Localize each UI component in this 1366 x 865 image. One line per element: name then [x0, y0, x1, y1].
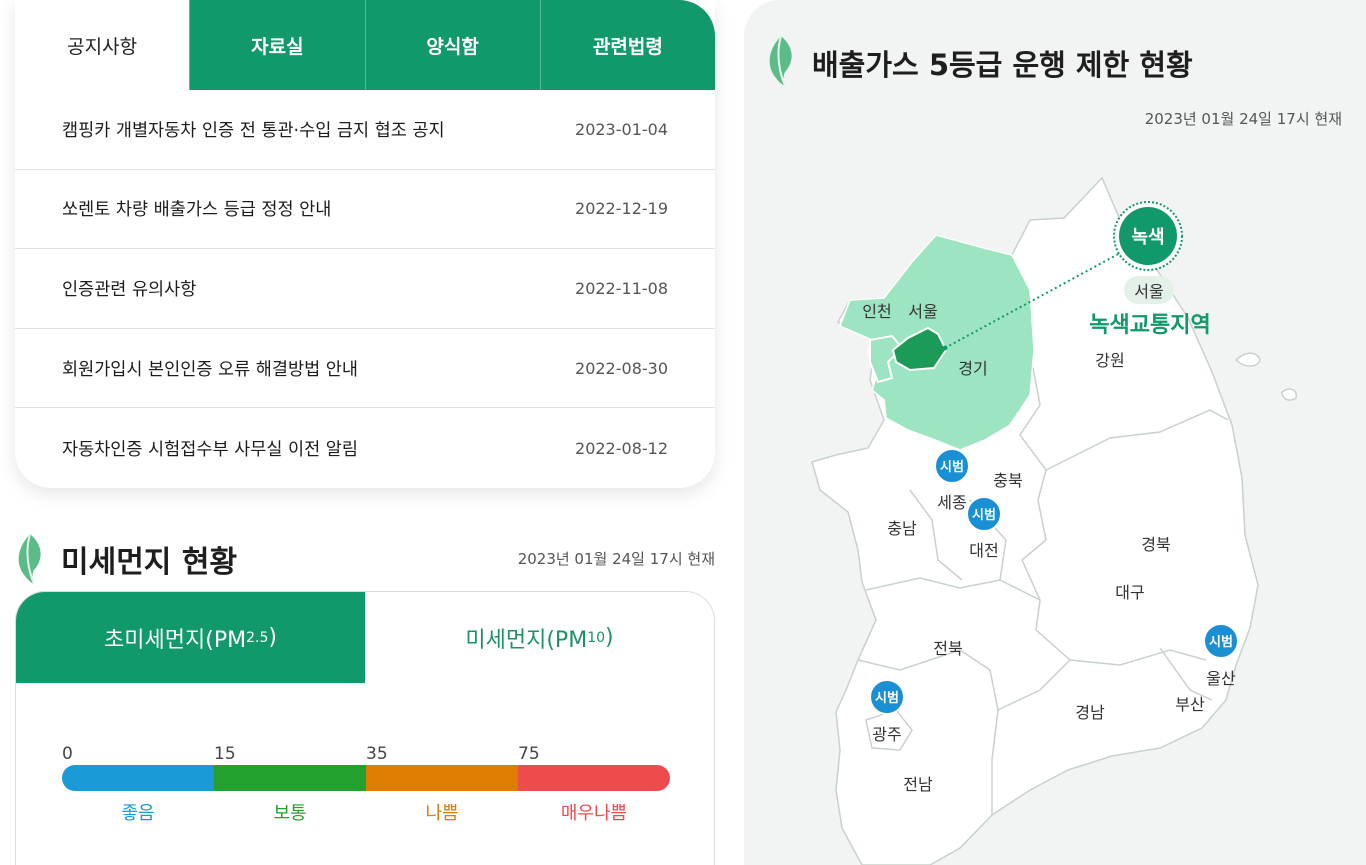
region-label-ulsan: 울산: [1206, 669, 1236, 688]
region-label-gangwon: 강원: [1095, 351, 1124, 370]
tab-pm25-label: 초미세먼지(PM: [104, 627, 247, 653]
tab-notice[interactable]: 공지사항: [15, 0, 190, 90]
region-label-chungbuk: 충북: [993, 471, 1022, 490]
region-label-gyeongbuk: 경북: [1141, 535, 1170, 554]
region-label-busan: 부산: [1175, 695, 1205, 714]
region-label-incheon: 인천: [862, 302, 891, 321]
scale-segment-normal: [214, 765, 366, 791]
pilot-badge-text: 시범: [972, 507, 996, 523]
notice-title: 자동차인증 시험접수부 사무실 이전 알림: [62, 439, 358, 460]
map-mainland: [811, 176, 1259, 865]
notice-date: 2022-08-30: [575, 358, 668, 378]
notice-item[interactable]: 인증관련 유의사항 2022-11-08: [15, 249, 715, 329]
region-label-gwangju: 광주: [872, 725, 901, 744]
notice-title: 회원가입시 본인인증 오류 해결방법 안내: [62, 359, 358, 380]
leaf-icon: [18, 533, 41, 584]
pilot-badge-gwangju[interactable]: 시범: [869, 679, 905, 715]
tab-laws[interactable]: 관련법령: [539, 0, 715, 90]
notice-title: 캠핑카 개별자동차 인증 전 통관·수입 금지 협조 공지: [62, 120, 445, 141]
notice-item[interactable]: 자동차인증 시험접수부 사무실 이전 알림 2022-08-12: [15, 408, 715, 488]
pilot-badge-text: 시범: [940, 459, 964, 475]
scale-segment-good: [62, 765, 214, 791]
level-label-very-bad: 매우나쁨: [560, 803, 628, 824]
map-island: [1281, 388, 1298, 401]
tab-pm10-end: ): [605, 625, 614, 650]
region-label-jeonbuk: 전북: [933, 639, 962, 658]
tab-pm10-label: 미세먼지(PM: [465, 627, 588, 653]
seoul-marker-dot: [942, 345, 948, 351]
map-island: [1234, 352, 1261, 367]
dust-tabs: 초미세먼지(PM 2.5) 미세먼지(PM 10): [16, 592, 714, 683]
region-label-seoul: 서울: [908, 302, 937, 321]
tab-pm10-sub: 10: [587, 629, 606, 646]
pilot-badge-ulsan[interactable]: 시범: [1203, 623, 1239, 659]
notice-date: 2022-11-08: [575, 278, 668, 298]
region-label-sejong: 세종: [937, 493, 966, 512]
notice-item[interactable]: 쏘렌토 차량 배출가스 등급 정정 안내 2022-12-19: [15, 170, 715, 250]
notice-list: 캠핑카 개별자동차 인증 전 통관·수입 금지 협조 공지 2023-01-04…: [15, 90, 715, 488]
dust-timestamp: 2023년 01월 24일 17시 현재: [517, 550, 715, 568]
scale-segment-very-bad: [518, 765, 670, 791]
notice-title: 인증관련 유의사항: [62, 279, 197, 300]
pilot-badge-text: 시범: [875, 690, 899, 706]
green-badge-text: 녹색: [1131, 227, 1164, 248]
tab-pm10[interactable]: 미세먼지(PM 10): [365, 592, 714, 683]
scale-number: 35: [366, 744, 388, 764]
map-timestamp: 2023년 01월 24일 17시 현재: [1144, 110, 1342, 128]
notice-item[interactable]: 캠핑카 개별자동차 인증 전 통관·수입 금지 협조 공지 2023-01-04: [15, 90, 715, 170]
region-label-gyeongnam: 경남: [1075, 703, 1105, 722]
dust-card: 초미세먼지(PM 2.5) 미세먼지(PM 10) 0 15 35 75 좋음 보통…: [15, 591, 715, 865]
notice-item[interactable]: 회원가입시 본인인증 오류 해결방법 안내 2022-08-30: [15, 329, 715, 409]
scale-number: 0: [62, 744, 73, 764]
region-label-daegu: 대구: [1115, 583, 1144, 602]
notice-date: 2022-12-19: [575, 199, 668, 219]
notice-date: 2022-08-12: [575, 438, 668, 458]
region-label-jeonnam: 전남: [903, 775, 933, 794]
green-badge-region: 서울: [1134, 282, 1163, 301]
notice-date: 2023-01-04: [575, 119, 668, 139]
tab-pm25[interactable]: 초미세먼지(PM 2.5): [16, 592, 365, 683]
green-zone-badge[interactable]: 녹색: [1113, 201, 1183, 271]
tab-pm25-sub: 2.5: [246, 629, 269, 646]
dust-section-title: 미세먼지 현황: [61, 545, 238, 580]
dust-scale-bar: [62, 765, 670, 791]
pilot-badge-daejeon[interactable]: 시범: [966, 496, 1002, 532]
notice-tabs: 공지사항 자료실 양식함 관련법령: [15, 0, 715, 90]
notice-title: 쏘렌토 차량 배출가스 등급 정정 안내: [62, 200, 332, 221]
pilot-badge-sejong[interactable]: 시범: [934, 448, 970, 484]
notice-board: 공지사항 자료실 양식함 관련법령 캠핑카 개별자동차 인증 전 통관·수입 금…: [15, 0, 715, 488]
leaf-icon: [769, 35, 792, 86]
tab-forms[interactable]: 양식함: [364, 0, 540, 90]
tab-pm25-end: ): [268, 625, 277, 650]
scale-labels: 좋음 보통 나쁨 매우나쁨: [62, 799, 670, 825]
region-label-daejeon: 대전: [969, 541, 998, 560]
tab-archive[interactable]: 자료실: [189, 0, 365, 90]
pilot-badge-text: 시범: [1209, 634, 1233, 650]
korea-map: 녹색 서울 녹색교통지역 인천 서울 경기 강원 충북 충남 세종 대전 경북 …: [811, 176, 1298, 865]
scale-number: 75: [518, 744, 540, 764]
scale-number: 15: [214, 744, 236, 764]
region-label-gyeonggi: 경기: [958, 359, 987, 378]
green-zone-label: 녹색교통지역: [1089, 313, 1210, 338]
level-label-normal: 보통: [273, 803, 307, 824]
scale-segment-bad: [366, 765, 518, 791]
level-label-good: 좋음: [121, 803, 155, 824]
scale-numbers: 0 15 35 75: [62, 744, 670, 764]
level-label-bad: 나쁨: [425, 803, 459, 824]
region-label-chungnam: 충남: [887, 519, 917, 538]
map-title: 배출가스 5등급 운행 제한 현황: [812, 48, 1193, 82]
